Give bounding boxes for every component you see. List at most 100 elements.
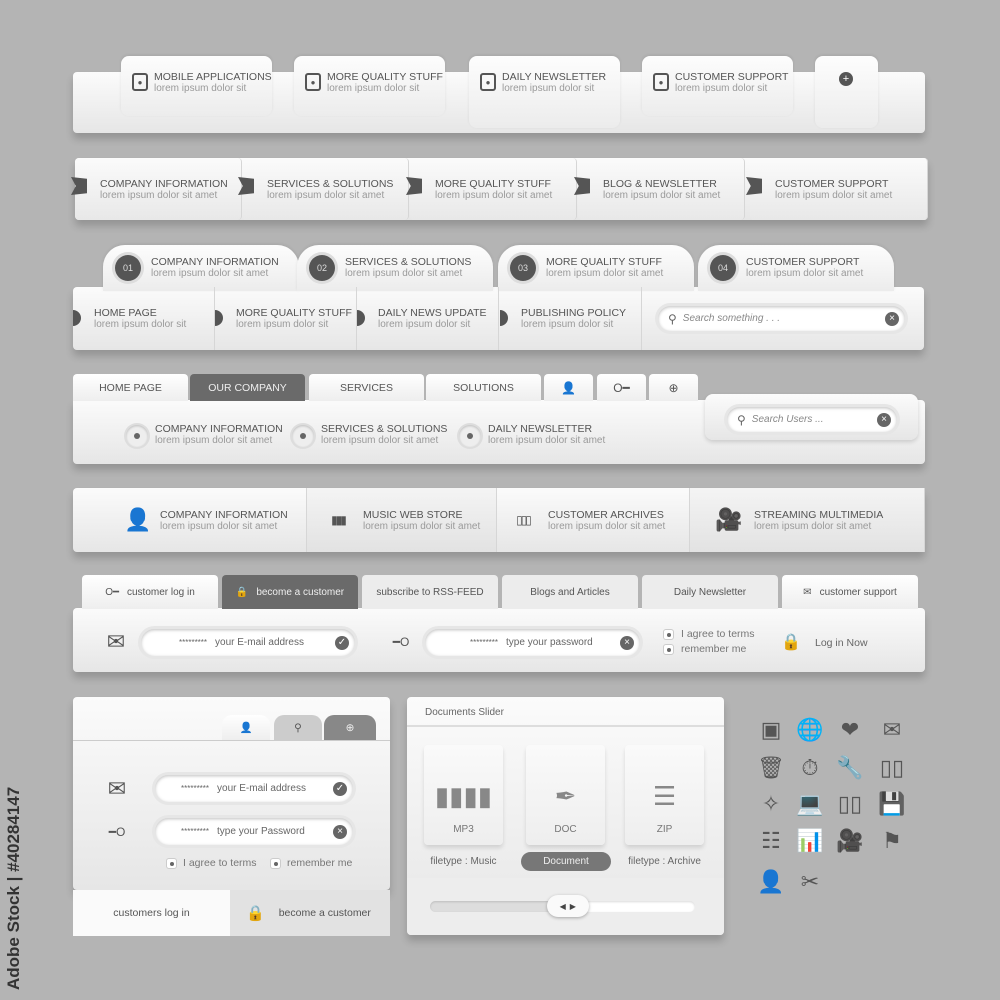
- ribbon-icon: [71, 177, 87, 195]
- radio-button[interactable]: [292, 425, 314, 447]
- tab-become-a-customer[interactable]: 🔒 become a customer: [222, 575, 358, 609]
- tab-solutions[interactable]: SOLUTIONS: [426, 374, 541, 401]
- tab-customers-log-in[interactable]: customers log in: [73, 890, 230, 936]
- search-icon: ⚲: [668, 311, 677, 326]
- tab-blogs-and-articles[interactable]: Blogs and Articles: [502, 575, 638, 609]
- video-camera-icon: 🎥: [715, 507, 742, 532]
- watermark-text: Adobe Stock | #40284147: [4, 786, 23, 990]
- nav-item-subtitle: lorem ipsum dolor sit amet: [775, 190, 893, 201]
- globe-upload-icon: 🌐: [796, 717, 824, 742]
- password-placeholder: type your password: [506, 637, 593, 648]
- filetype-label: filetype : Music: [430, 856, 497, 867]
- tab-customer-support[interactable]: ✉ customer support: [782, 575, 918, 609]
- login-now-button[interactable]: Log in Now: [815, 637, 868, 649]
- document-card[interactable]: ✒ DOC: [526, 745, 605, 845]
- step-tab-title: MORE QUALITY STUFF: [546, 256, 662, 268]
- floppy-upload-icon: 💾: [878, 791, 906, 816]
- video-camera-icon: 🎥: [836, 828, 864, 853]
- user-icon: 👤: [239, 722, 253, 734]
- user-tab[interactable]: 👤: [544, 374, 593, 401]
- email-field[interactable]: ********* your E-mail address ✓: [155, 775, 353, 802]
- file-type: DOC: [554, 824, 577, 835]
- remember-me-checkbox[interactable]: [271, 859, 280, 868]
- nav-item-subtitle: lorem ipsum dolor sit: [94, 319, 187, 330]
- binders-icon: ▯▯: [879, 755, 905, 780]
- nav-item-subtitle: lorem ipsum dolor sit amet: [363, 521, 481, 532]
- tab-home-page[interactable]: HOME PAGE: [73, 374, 188, 401]
- nav-item-title: PUBLISHING POLICY: [521, 307, 627, 319]
- nav-item-title: CUSTOMER ARCHIVES: [548, 509, 664, 521]
- tab-label: HOME PAGE: [99, 381, 162, 394]
- add-tab[interactable]: ⊕: [324, 715, 376, 740]
- plus-circle-icon: ⊕: [345, 721, 355, 734]
- plus-circle-tab[interactable]: ⊕: [649, 374, 698, 401]
- envelope-icon: ✉: [106, 629, 126, 654]
- nav-item-title: HOME PAGE: [94, 307, 157, 319]
- tab-title: MORE QUALITY STUFF: [327, 71, 443, 83]
- email-field[interactable]: ********* your E-mail address ✓: [141, 629, 355, 656]
- tab-customer-log-in[interactable]: O━ customer log in: [82, 575, 218, 609]
- selected-document-label: Document: [521, 852, 611, 871]
- add-tab-button[interactable]: +: [815, 56, 878, 128]
- tab-label: OUR COMPANY: [208, 381, 287, 394]
- feather-icon: ✒: [554, 781, 577, 811]
- remember-me-checkbox[interactable]: [664, 645, 673, 654]
- tab-daily-newsletter[interactable]: Daily Newsletter: [642, 575, 778, 609]
- scissors-icon: ✂: [800, 869, 820, 894]
- search-icon: ⚲: [294, 721, 302, 734]
- nav-item-subtitle: lorem ipsum dolor sit amet: [488, 435, 606, 446]
- nav-item-title: CUSTOMER SUPPORT: [775, 178, 889, 190]
- sliders-icon: ☷: [761, 828, 781, 853]
- tab-label: become a customer: [256, 586, 345, 598]
- user-tab[interactable]: 👤: [222, 715, 270, 740]
- key-icon: O━: [105, 586, 119, 598]
- search-users-input[interactable]: ⚲ Search Users ... ×: [727, 407, 897, 432]
- tab-become-a-customer[interactable]: 🔒 become a customer: [230, 890, 390, 936]
- step-tab-subtitle: lorem ipsum dolor sit amet: [345, 268, 463, 279]
- login-icon: ●: [653, 73, 669, 91]
- laptop-icon: 💻: [796, 791, 824, 816]
- tab-label: SERVICES: [340, 381, 393, 394]
- tab-label: SOLUTIONS: [453, 381, 514, 394]
- tab-our-company[interactable]: OUR COMPANY: [190, 374, 305, 401]
- tab-label: become a customer: [278, 907, 371, 919]
- tab-subtitle: lorem ipsum dolor sit: [502, 83, 595, 94]
- nav-item-title: MUSIC WEB STORE: [363, 509, 463, 521]
- nav-item-title: BLOG & NEWSLETTER: [603, 178, 717, 190]
- envelope-icon: ✉: [107, 776, 127, 801]
- document-card[interactable]: ☰ ZIP: [625, 745, 704, 845]
- step-tab-title: COMPANY INFORMATION: [151, 256, 279, 268]
- search-input[interactable]: ⚲ Search something . . . ×: [658, 306, 905, 331]
- password-placeholder: type your Password: [217, 826, 305, 837]
- lock-icon: 🔒: [235, 586, 249, 598]
- radio-button[interactable]: [126, 425, 148, 447]
- key-icon: O━: [613, 380, 630, 395]
- chart-icon: 📊: [796, 828, 824, 853]
- clear-icon[interactable]: ×: [333, 824, 347, 839]
- arrow-right-icon: ▶: [569, 901, 576, 911]
- nav-item-subtitle: lorem ipsum dolor sit amet: [435, 190, 553, 201]
- email-placeholder: your E-mail address: [217, 783, 306, 794]
- agree-terms-checkbox[interactable]: [167, 859, 176, 868]
- tab-subscribe-to-rss-feed[interactable]: subscribe to RSS-FEED: [362, 575, 498, 609]
- nav-item-title: COMPANY INFORMATION: [160, 509, 288, 521]
- password-field[interactable]: ********* type your Password ×: [155, 818, 353, 845]
- nav-item-title: COMPANY INFORMATION: [100, 178, 228, 190]
- tools-icon: 🔧: [836, 755, 864, 780]
- slider-title: Documents Slider: [425, 707, 504, 718]
- clear-icon[interactable]: ×: [620, 635, 634, 650]
- agree-terms-checkbox[interactable]: [664, 630, 673, 639]
- radio-button[interactable]: [459, 425, 481, 447]
- tab-services[interactable]: SERVICES: [309, 374, 424, 401]
- key-tab[interactable]: O━: [597, 374, 646, 401]
- nav-item-subtitle: lorem ipsum dolor sit amet: [160, 521, 278, 532]
- password-field[interactable]: ********* type your password ×: [425, 629, 640, 656]
- document-card[interactable]: ▮▮▮▮ MP3: [424, 745, 503, 845]
- clear-search-button[interactable]: ×: [885, 311, 899, 326]
- clear-search-button[interactable]: ×: [877, 412, 891, 427]
- slider-thumb[interactable]: ◀ ▶: [546, 895, 589, 917]
- envelope-icon: ✉: [803, 586, 812, 598]
- search-tab[interactable]: ⚲: [274, 715, 322, 740]
- nav-item-subtitle: lorem ipsum dolor sit: [378, 319, 471, 330]
- remember-me-label: remember me: [681, 643, 747, 655]
